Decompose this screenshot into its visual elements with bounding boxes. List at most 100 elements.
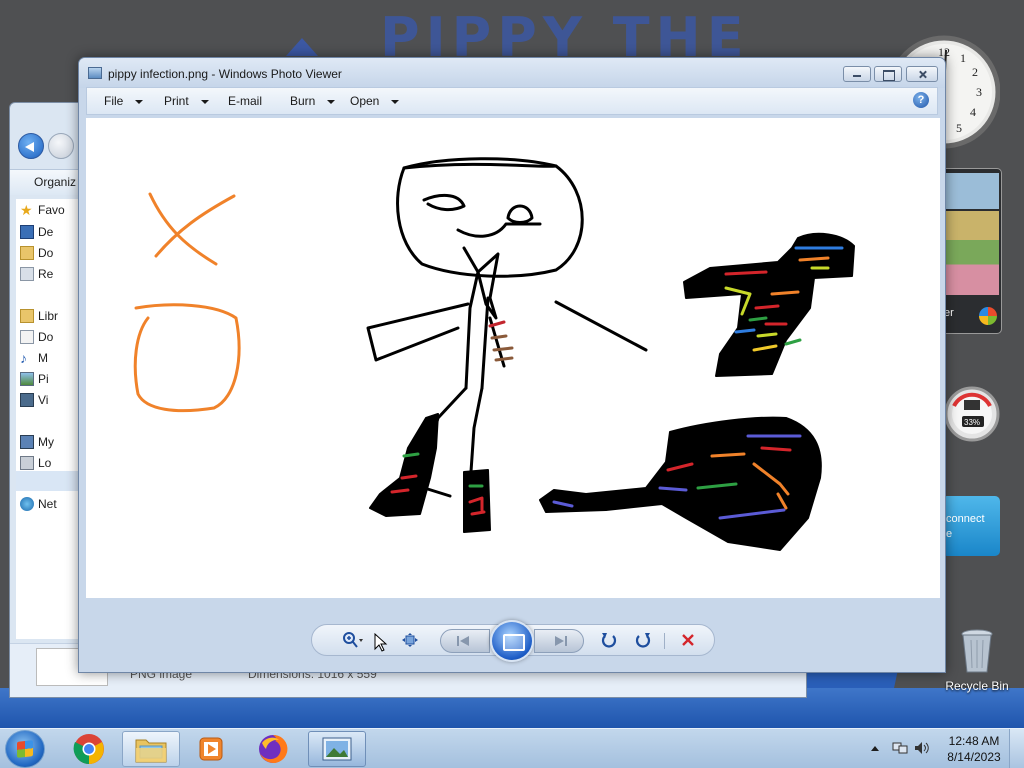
forward-button[interactable] bbox=[48, 133, 74, 159]
menu-burn[interactable]: Burn bbox=[290, 94, 336, 108]
sidebar-item-label: Do bbox=[38, 330, 54, 344]
start-button[interactable] bbox=[5, 730, 45, 768]
sidebar-item-videos[interactable]: Vi bbox=[20, 393, 48, 407]
local-disk-icon bbox=[20, 456, 34, 470]
back-button[interactable] bbox=[18, 133, 44, 159]
zoom-button[interactable] bbox=[336, 625, 370, 655]
menu-email[interactable]: E-mail bbox=[228, 94, 262, 108]
photo-viewer-icon bbox=[322, 737, 352, 761]
sidebar-item-libraries[interactable]: Libr bbox=[20, 309, 58, 323]
sidebar-selection bbox=[16, 471, 80, 491]
taskbar-explorer[interactable] bbox=[122, 731, 180, 767]
sidebar-item-label: M bbox=[38, 351, 48, 365]
recent-icon bbox=[20, 267, 34, 281]
videos-icon bbox=[20, 393, 34, 407]
cpu-meter-gadget[interactable]: 33% bbox=[944, 386, 1000, 444]
menu-open[interactable]: Open bbox=[350, 94, 400, 108]
separator bbox=[664, 633, 665, 649]
arrow-line bbox=[554, 300, 648, 352]
sidebar-item-downloads[interactable]: Do bbox=[20, 246, 53, 260]
rotate-right-icon bbox=[635, 633, 651, 648]
fit-window-icon bbox=[402, 633, 418, 647]
wallpaper-arrow bbox=[286, 38, 318, 56]
clock-number: 3 bbox=[976, 85, 982, 99]
clock-number: 5 bbox=[956, 121, 962, 135]
chrome-icon bbox=[73, 734, 104, 764]
magnifier-icon bbox=[343, 632, 363, 648]
connect-label: connect bbox=[946, 513, 985, 525]
delete-button[interactable] bbox=[674, 625, 702, 655]
clock-time[interactable]: 12:48 AM bbox=[942, 734, 1006, 748]
star-icon: ★ bbox=[20, 202, 33, 218]
taskbar-photo-viewer[interactable] bbox=[308, 731, 366, 767]
media-player-icon bbox=[199, 737, 223, 761]
boot-scribbles bbox=[402, 452, 420, 458]
sidebar-item-recent[interactable]: Re bbox=[20, 267, 53, 281]
show-hidden-icons-icon[interactable] bbox=[871, 746, 879, 751]
sidebar-item-label: Favo bbox=[38, 203, 65, 217]
sidebar-item-label: Lo bbox=[38, 456, 52, 470]
next-button[interactable] bbox=[534, 629, 584, 653]
menu-print[interactable]: Print bbox=[164, 94, 209, 108]
slideshow-button[interactable] bbox=[490, 620, 534, 662]
left-boot bbox=[369, 413, 439, 517]
orange-x-mark bbox=[148, 192, 236, 266]
system-tray: 12:48 AM 8/14/2023 bbox=[866, 729, 1024, 768]
organize-button[interactable]: Organiz bbox=[34, 175, 76, 189]
photo-viewer-window[interactable]: pippy infection.png - Windows Photo View… bbox=[78, 57, 946, 673]
network-icon bbox=[20, 497, 34, 511]
clock-date[interactable]: 8/14/2023 bbox=[942, 750, 1006, 764]
chevron-down-icon bbox=[327, 99, 336, 104]
volume-icon[interactable] bbox=[914, 741, 930, 755]
clock-number: 1 bbox=[960, 51, 966, 65]
slideshow-picture bbox=[945, 173, 999, 295]
minimize-button[interactable] bbox=[843, 66, 871, 82]
connect-gadget[interactable]: connect e bbox=[942, 496, 1000, 556]
maximize-button[interactable] bbox=[874, 66, 902, 82]
sidebar-item-network[interactable]: Net bbox=[20, 497, 57, 511]
menu-label: Open bbox=[350, 94, 380, 108]
chevron-down-icon bbox=[391, 99, 400, 104]
show-desktop-button[interactable] bbox=[1009, 729, 1024, 768]
recycle-bin[interactable]: Recycle Bin bbox=[940, 628, 1014, 693]
previous-icon bbox=[457, 636, 469, 646]
viewer-controls bbox=[311, 620, 715, 662]
photo-viewer-icon bbox=[88, 67, 102, 79]
close-button[interactable] bbox=[906, 66, 938, 82]
help-icon[interactable]: ? bbox=[913, 92, 929, 108]
previous-button[interactable] bbox=[440, 629, 490, 653]
sidebar-item-label: My bbox=[38, 435, 54, 449]
rotate-counterclockwise-button[interactable] bbox=[596, 625, 622, 655]
sidebar-item-pictures[interactable]: Pi bbox=[20, 372, 49, 386]
taskbar-chrome[interactable] bbox=[60, 731, 118, 767]
sidebar-item-label: Vi bbox=[38, 393, 49, 407]
sidebar-item-documents[interactable]: Do bbox=[20, 330, 53, 344]
menu-file[interactable]: File bbox=[104, 94, 144, 108]
title-bar[interactable]: pippy infection.png - Windows Photo View… bbox=[79, 58, 945, 88]
slideshow-gadget[interactable]: er bbox=[940, 168, 1002, 334]
taskbar-firefox[interactable] bbox=[244, 731, 302, 767]
recycle-bin-label: Recycle Bin bbox=[945, 679, 1009, 693]
music-icon: ♪ bbox=[20, 350, 27, 366]
chevron-down-icon bbox=[135, 99, 144, 104]
actual-size-button[interactable] bbox=[396, 625, 424, 655]
chevron-down-icon bbox=[200, 99, 209, 104]
menu-label: Burn bbox=[290, 94, 316, 108]
delete-icon bbox=[682, 634, 694, 646]
sidebar-item-local-disk[interactable]: Lo bbox=[20, 456, 51, 470]
network-status-icon[interactable] bbox=[892, 741, 908, 755]
rotate-clockwise-button[interactable] bbox=[630, 625, 656, 655]
sidebar-item-label: Net bbox=[38, 497, 57, 511]
sidebar-item-desktop[interactable]: De bbox=[20, 225, 53, 239]
sidebar-item-favorites[interactable]: ★ Favo bbox=[20, 203, 65, 217]
windows-logo-icon bbox=[17, 740, 33, 758]
mouse-cursor-icon bbox=[374, 633, 388, 652]
sidebar-item-computer[interactable]: My bbox=[20, 435, 54, 449]
desktop-icon bbox=[20, 225, 34, 239]
sidebar-item-music[interactable]: ♪ M bbox=[20, 351, 48, 365]
explorer-sidebar: ★ Favo De Do Re Libr Do ♪ M Pi Vi My Lo … bbox=[16, 199, 80, 639]
sidebar-item-label: Re bbox=[38, 267, 54, 281]
taskbar-media-player[interactable] bbox=[182, 731, 240, 767]
image-canvas[interactable] bbox=[86, 118, 940, 598]
recycle-bin-icon bbox=[961, 629, 993, 673]
